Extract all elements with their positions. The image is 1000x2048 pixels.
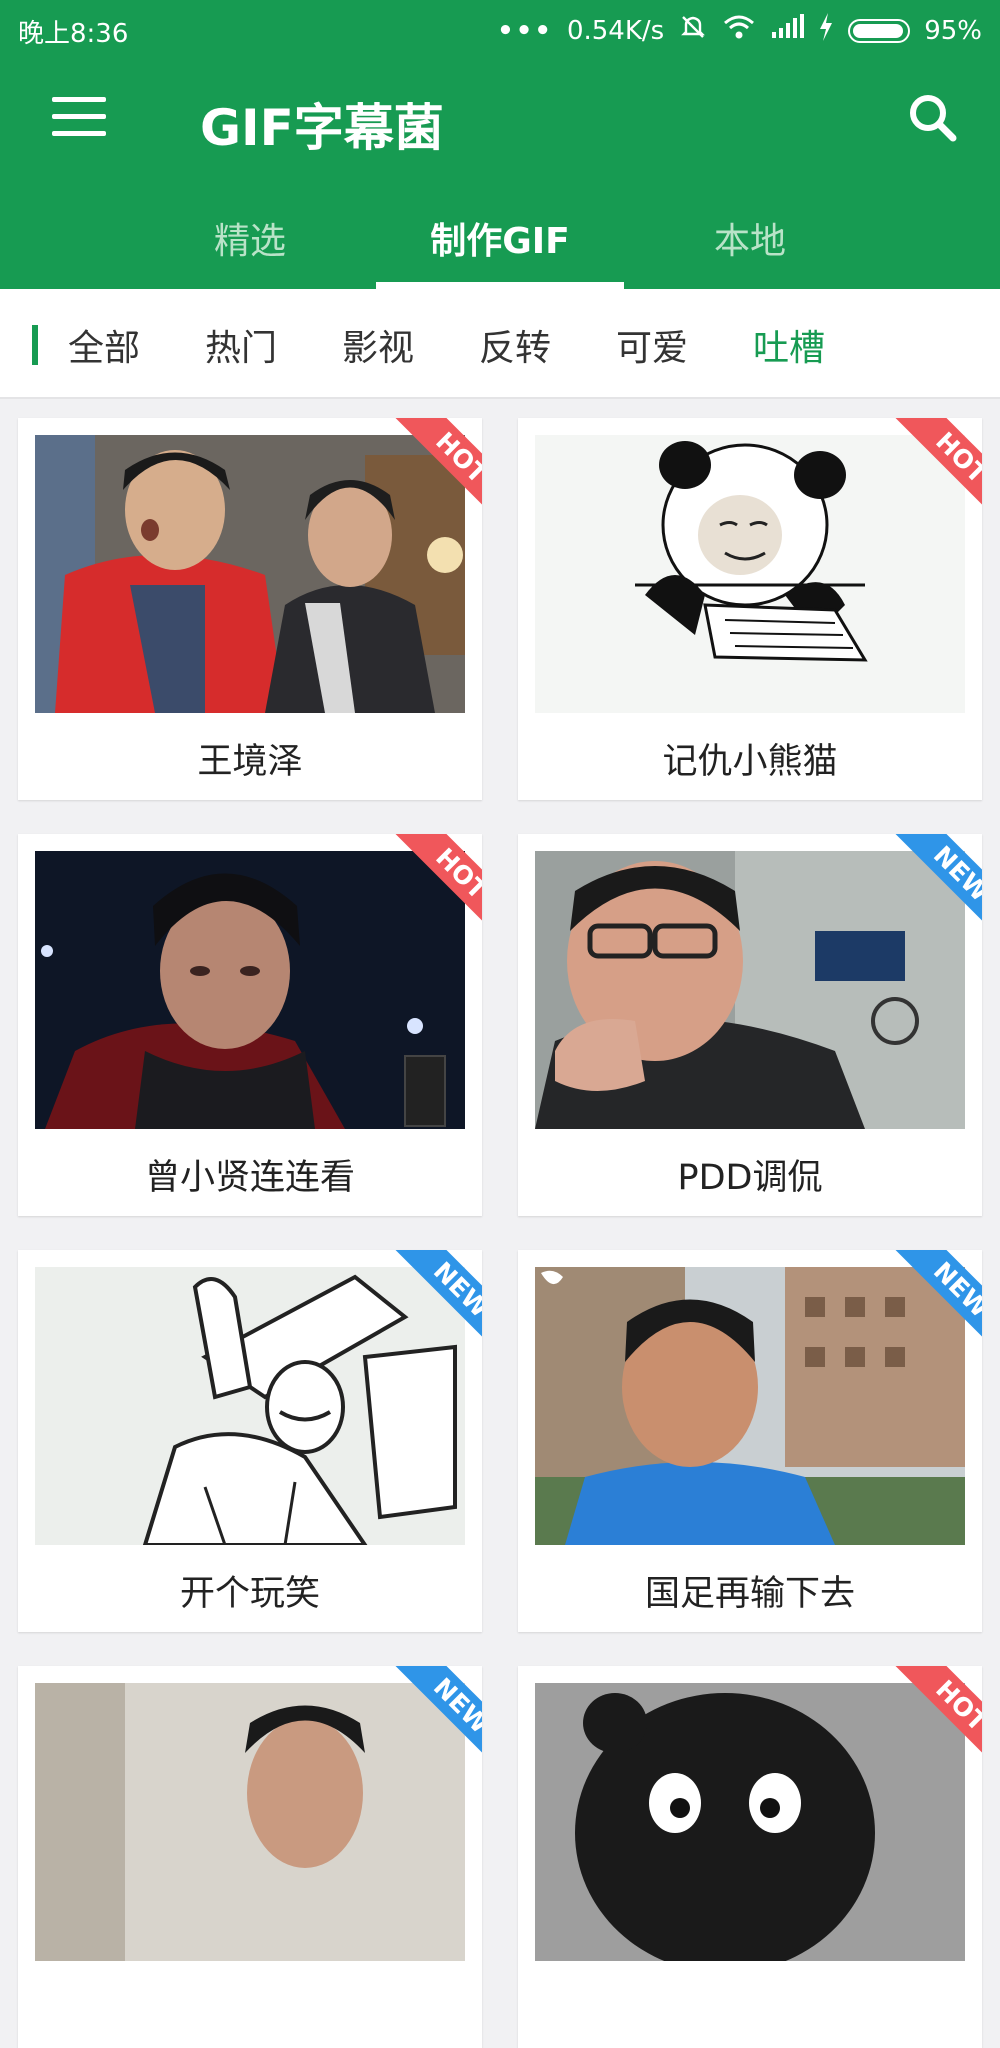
filter-twist[interactable]: 反转 — [479, 319, 551, 371]
gif-card[interactable]: HOT 王境泽 — [18, 418, 482, 800]
gif-card[interactable]: HOT 记仇小熊猫 — [518, 418, 982, 800]
hot-badge: HOT — [378, 834, 482, 938]
gif-card[interactable]: HOT 曾小贤连连看 — [18, 834, 482, 1216]
battery-icon — [848, 18, 911, 43]
tab-indicator — [376, 282, 624, 289]
tab-make-gif[interactable]: 制作GIF — [376, 212, 624, 264]
filter-roast[interactable]: 吐槽 — [753, 319, 825, 371]
new-badge: NEW — [878, 834, 982, 938]
tab-featured[interactable]: 精选 — [190, 212, 310, 264]
search-icon[interactable] — [905, 90, 961, 146]
category-filter-bar: 全部 热门 影视 反转 可爱 吐槽 — [0, 289, 1000, 399]
signal-icon — [770, 14, 805, 47]
gif-card[interactable]: NEW PDD调侃 — [518, 834, 982, 1216]
gif-card[interactable]: HOT — [518, 1666, 982, 2048]
filter-all[interactable]: 全部 — [68, 319, 140, 371]
hot-badge: HOT — [878, 418, 982, 522]
gif-title: 王境泽 — [197, 742, 303, 782]
new-badge: NEW — [878, 1250, 982, 1354]
gif-title: 开个玩笑 — [179, 1574, 320, 1614]
battery-percent: 95% — [924, 15, 982, 46]
mute-icon — [678, 12, 708, 49]
gif-title: 国足再输下去 — [644, 1574, 855, 1614]
gif-title: 曾小贤连连看 — [144, 1158, 355, 1198]
network-speed: 0.54K/s — [566, 15, 665, 46]
main-tabs: 精选 制作GIF 本地 — [0, 200, 1000, 289]
more-dots-icon: ••• — [497, 15, 553, 46]
wifi-icon — [722, 13, 756, 48]
app-bar: 晚上8:36 ••• 0.54K/s 95% GIF字幕菌 精选 制作GIF 本… — [0, 0, 1000, 289]
filter-cute[interactable]: 可爱 — [616, 319, 688, 371]
filter-hot[interactable]: 热门 — [205, 319, 277, 371]
gif-title: PDD调侃 — [677, 1158, 823, 1198]
gif-card[interactable]: NEW — [18, 1666, 482, 2048]
gif-card[interactable]: NEW 国足再输下去 — [518, 1250, 982, 1632]
status-right: ••• 0.54K/s 95% — [497, 12, 982, 49]
hot-badge: HOT — [378, 418, 482, 522]
menu-icon[interactable] — [52, 97, 106, 137]
gif-title: 记仇小熊猫 — [662, 742, 838, 782]
charging-icon — [818, 13, 834, 48]
filter-film[interactable]: 影视 — [342, 319, 414, 371]
new-badge: NEW — [378, 1666, 482, 1770]
new-badge: NEW — [378, 1250, 482, 1354]
app-title: GIF字幕菌 — [200, 99, 444, 157]
gif-card[interactable]: NEW 开个玩笑 — [18, 1250, 482, 1632]
hot-badge: HOT — [878, 1666, 982, 1770]
status-time: 晚上8:36 — [18, 19, 129, 49]
filter-accent-bar — [32, 325, 38, 365]
tab-local[interactable]: 本地 — [690, 212, 810, 264]
status-bar: 晚上8:36 ••• 0.54K/s 95% — [0, 0, 1000, 58]
